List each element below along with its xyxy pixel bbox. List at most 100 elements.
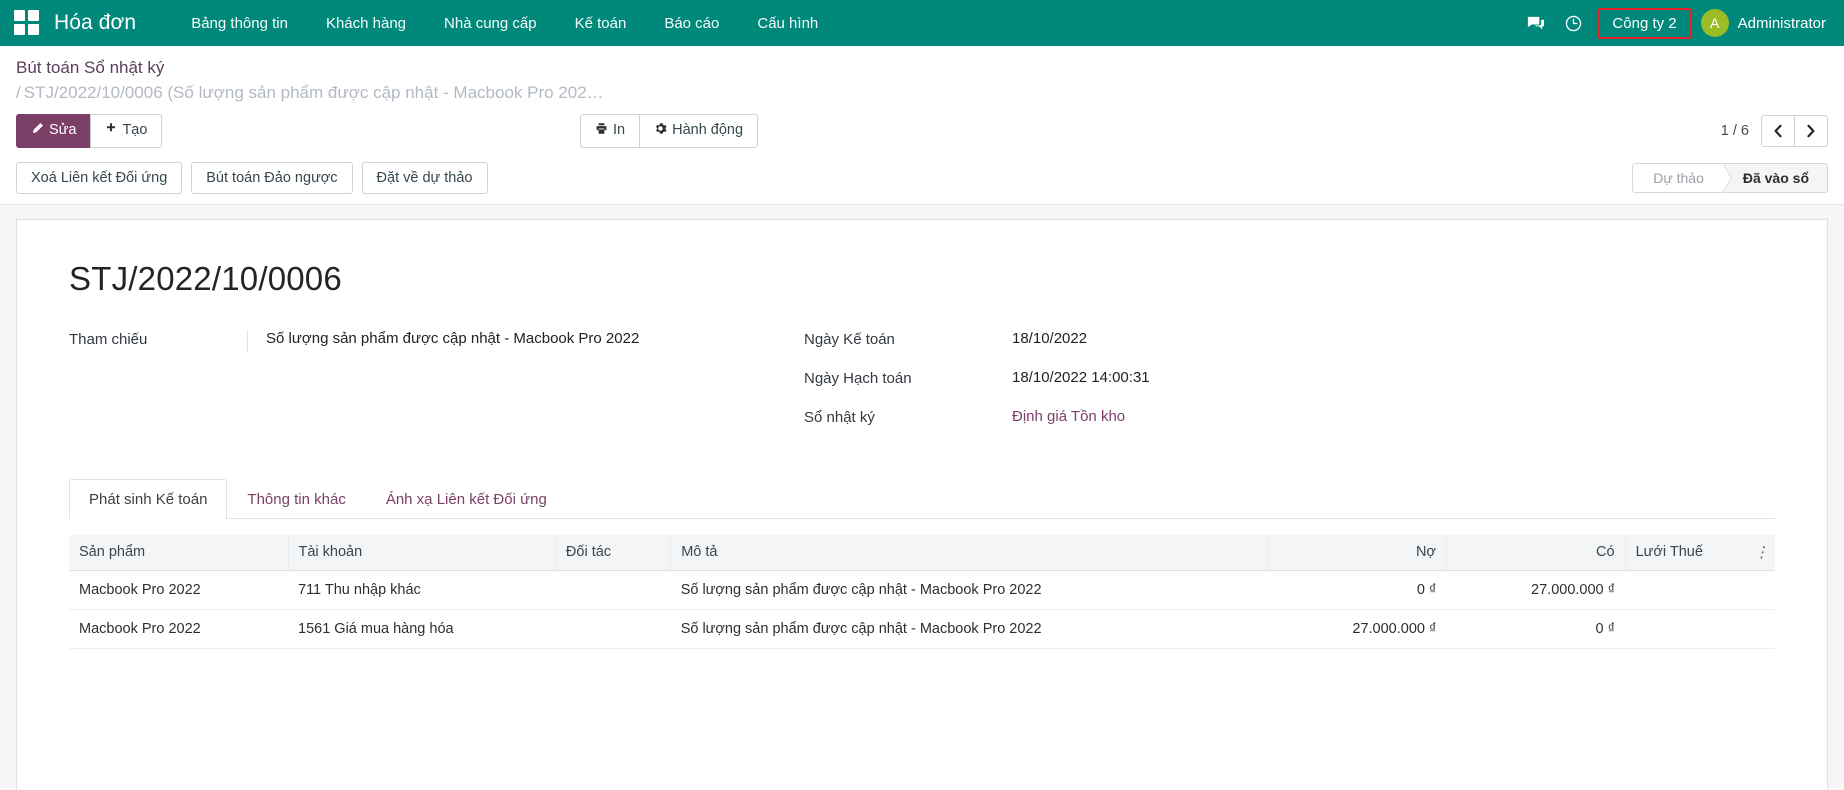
cell-debit[interactable]: 27.000.000 ₫ bbox=[1268, 610, 1447, 649]
user-menu[interactable]: Administrator bbox=[1738, 15, 1826, 32]
column-header-debit[interactable]: Nợ bbox=[1268, 535, 1447, 571]
top-navbar: Hóa đơn Bảng thông tin Khách hàng Nhà cu… bbox=[0, 0, 1844, 46]
create-button-label: Tạo bbox=[122, 122, 147, 139]
notebook-tabs: Phát sinh Kế toán Thông tin khác Ánh xạ … bbox=[69, 479, 1775, 519]
cell-account[interactable]: 1561 Giá mua hàng hóa bbox=[288, 610, 555, 649]
table-row[interactable]: Macbook Pro 2022 711 Thu nhập khác Số lư… bbox=[69, 571, 1775, 610]
journal-items-table: Sản phẩm Tài khoản Đối tác Mô tả Nợ Có L… bbox=[69, 535, 1775, 649]
table-row[interactable]: Macbook Pro 2022 1561 Giá mua hàng hóa S… bbox=[69, 610, 1775, 649]
button-reset-to-draft[interactable]: Đặt về dự thảo bbox=[362, 162, 488, 194]
pager-counter: 1 / 6 bbox=[1721, 123, 1749, 139]
primary-button-group: Sửa Tạo bbox=[16, 114, 162, 148]
gear-icon bbox=[654, 122, 667, 140]
field-accounting-date-label: Ngày Kế toán bbox=[804, 330, 994, 348]
main-menu: Bảng thông tin Khách hàng Nhà cung cấp K… bbox=[172, 9, 837, 38]
table-body: Macbook Pro 2022 711 Thu nhập khác Số lư… bbox=[69, 571, 1775, 649]
secondary-button-group: In Hành động bbox=[580, 114, 758, 148]
menu-item-reporting[interactable]: Báo cáo bbox=[645, 9, 738, 38]
status-draft[interactable]: Dự thảo bbox=[1632, 163, 1722, 193]
action-toolbar: Sửa Tạo In bbox=[0, 105, 1844, 158]
breadcrumb: Bút toán Sổ nhật ký /STJ/2022/10/0006 (S… bbox=[0, 46, 1844, 105]
clock-icon[interactable] bbox=[1554, 8, 1592, 38]
status-posted[interactable]: Đã vào sổ bbox=[1722, 163, 1828, 193]
print-button[interactable]: In bbox=[580, 114, 640, 148]
cell-account[interactable]: 711 Thu nhập khác bbox=[288, 571, 555, 610]
vertical-dots-icon[interactable]: ⋮ bbox=[1754, 551, 1769, 555]
menu-item-dashboard[interactable]: Bảng thông tin bbox=[172, 9, 307, 38]
column-header-credit[interactable]: Có bbox=[1446, 535, 1625, 571]
cell-debit[interactable]: 0 ₫ bbox=[1268, 571, 1447, 610]
tab-reconciliation-mapping[interactable]: Ánh xạ Liên kết Đối ứng bbox=[366, 479, 567, 519]
button-reverse-entry[interactable]: Bút toán Đảo ngược bbox=[191, 162, 352, 194]
edit-button[interactable]: Sửa bbox=[16, 114, 91, 148]
menu-item-vendors[interactable]: Nhà cung cấp bbox=[425, 9, 556, 38]
table-header-row: Sản phẩm Tài khoản Đối tác Mô tả Nợ Có L… bbox=[69, 535, 1775, 571]
tab-other-info[interactable]: Thông tin khác bbox=[227, 479, 365, 519]
cell-credit[interactable]: 0 ₫ bbox=[1446, 610, 1625, 649]
avatar[interactable]: A bbox=[1701, 9, 1729, 37]
cell-tax-grid[interactable] bbox=[1625, 610, 1775, 649]
field-reference-label: Tham chiếu bbox=[69, 330, 247, 348]
field-journal-label: Sổ nhật ký bbox=[804, 408, 994, 426]
breadcrumb-separator: / bbox=[16, 83, 21, 102]
company-switcher[interactable]: Công ty 2 bbox=[1598, 8, 1690, 39]
breadcrumb-root[interactable]: Bút toán Sổ nhật ký bbox=[16, 57, 1828, 80]
column-header-tax-grid[interactable]: Lưới Thuế ⋮ bbox=[1625, 535, 1775, 571]
field-posting-date-value[interactable]: 18/10/2022 14:00:31 bbox=[994, 369, 1364, 391]
breadcrumb-current-label: STJ/2022/10/0006 (Số lượng sản phẩm được… bbox=[24, 83, 604, 102]
column-header-tax-grid-label: Lưới Thuế bbox=[1636, 544, 1703, 560]
field-posting-date: Ngày Hạch toán 18/10/2022 14:00:31 bbox=[804, 369, 1364, 391]
record-pager: 1 / 6 bbox=[1721, 115, 1828, 147]
field-reference-value[interactable]: Số lượng sản phẩm được cập nhật - Macboo… bbox=[247, 330, 804, 352]
menu-item-accounting[interactable]: Kế toán bbox=[556, 9, 646, 38]
field-reference: Tham chiếu Số lượng sản phẩm được cập nh… bbox=[69, 330, 804, 352]
field-journal: Sổ nhật ký Định giá Tồn kho bbox=[804, 408, 1364, 430]
edit-button-label: Sửa bbox=[49, 122, 76, 139]
field-accounting-date: Ngày Kế toán 18/10/2022 bbox=[804, 330, 1364, 352]
cell-description[interactable]: Số lượng sản phẩm được cập nhật - Macboo… bbox=[671, 571, 1268, 610]
navbar-right-group: Công ty 2 A Administrator bbox=[1516, 8, 1830, 39]
menu-item-customers[interactable]: Khách hàng bbox=[307, 9, 425, 38]
form-column-left: Tham chiếu Số lượng sản phẩm được cập nh… bbox=[69, 330, 804, 447]
field-posting-date-label: Ngày Hạch toán bbox=[804, 369, 994, 387]
menu-item-configuration[interactable]: Cấu hình bbox=[738, 9, 837, 38]
control-panel: Bút toán Sổ nhật ký /STJ/2022/10/0006 (S… bbox=[0, 46, 1844, 205]
page-title: STJ/2022/10/0006 bbox=[69, 260, 1775, 298]
create-button[interactable]: Tạo bbox=[90, 114, 162, 148]
cell-partner[interactable] bbox=[555, 610, 670, 649]
cell-product[interactable]: Macbook Pro 2022 bbox=[69, 571, 288, 610]
cell-description[interactable]: Số lượng sản phẩm được cập nhật - Macboo… bbox=[671, 610, 1268, 649]
table-header: Sản phẩm Tài khoản Đối tác Mô tả Nợ Có L… bbox=[69, 535, 1775, 571]
chat-bubble-icon[interactable] bbox=[1516, 8, 1554, 38]
column-header-partner[interactable]: Đối tác bbox=[555, 535, 670, 571]
chevron-left-icon[interactable] bbox=[1761, 115, 1795, 147]
plus-icon bbox=[105, 122, 117, 139]
status-bar: Dự thảo Đã vào sổ bbox=[1632, 163, 1828, 193]
app-root: Hóa đơn Bảng thông tin Khách hàng Nhà cu… bbox=[0, 0, 1844, 790]
tab-journal-items[interactable]: Phát sinh Kế toán bbox=[69, 479, 227, 519]
notebook: Phát sinh Kế toán Thông tin khác Ánh xạ … bbox=[69, 479, 1775, 649]
column-header-account[interactable]: Tài khoản bbox=[288, 535, 555, 571]
column-header-product[interactable]: Sản phẩm bbox=[69, 535, 288, 571]
cell-tax-grid[interactable] bbox=[1625, 571, 1775, 610]
status-action-row: Xoá Liên kết Đối ứng Bút toán Đảo ngược … bbox=[0, 158, 1844, 205]
form-sheet: STJ/2022/10/0006 Tham chiếu Số lượng sản… bbox=[16, 219, 1828, 790]
pager-buttons bbox=[1761, 115, 1828, 147]
action-button[interactable]: Hành động bbox=[639, 114, 758, 148]
action-button-label: Hành động bbox=[672, 122, 743, 139]
cell-partner[interactable] bbox=[555, 571, 670, 610]
cell-credit[interactable]: 27.000.000 ₫ bbox=[1446, 571, 1625, 610]
printer-icon bbox=[595, 122, 608, 140]
cell-product[interactable]: Macbook Pro 2022 bbox=[69, 610, 288, 649]
form-column-right: Ngày Kế toán 18/10/2022 Ngày Hạch toán 1… bbox=[804, 330, 1364, 447]
column-header-description[interactable]: Mô tả bbox=[671, 535, 1268, 571]
chevron-right-icon[interactable] bbox=[1794, 115, 1828, 147]
print-button-label: In bbox=[613, 122, 625, 139]
field-journal-value[interactable]: Định giá Tồn kho bbox=[994, 408, 1364, 430]
button-unreconcile[interactable]: Xoá Liên kết Đối ứng bbox=[16, 162, 182, 194]
field-accounting-date-value[interactable]: 18/10/2022 bbox=[994, 330, 1364, 352]
app-brand-title[interactable]: Hóa đơn bbox=[54, 11, 136, 35]
breadcrumb-current: /STJ/2022/10/0006 (Số lượng sản phẩm đượ… bbox=[16, 81, 776, 105]
pencil-icon bbox=[31, 122, 44, 140]
apps-grid-icon[interactable] bbox=[14, 10, 40, 36]
